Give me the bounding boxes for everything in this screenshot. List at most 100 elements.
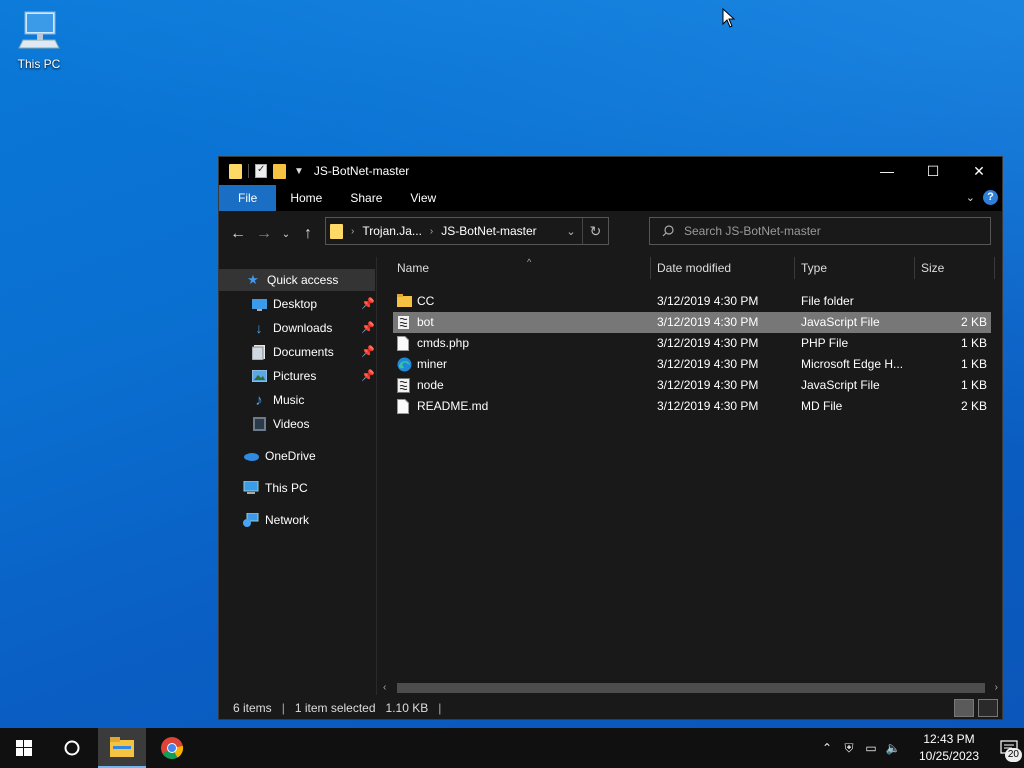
pin-icon[interactable]: 📌 xyxy=(361,321,375,334)
selection-count: 1 item selected xyxy=(294,701,376,715)
refresh-icon[interactable]: ↻ xyxy=(582,218,608,244)
close-button[interactable]: ✕ xyxy=(956,157,1002,185)
sidebar-item-downloads[interactable]: ↓ Downloads xyxy=(251,317,333,339)
file-row[interactable]: node 3/12/2019 4:30 PM JavaScript File 1 KB xyxy=(393,375,991,396)
details-view-button[interactable] xyxy=(954,699,974,717)
file-row[interactable]: CC 3/12/2019 4:30 PM File folder xyxy=(393,291,991,312)
breadcrumb-separator-icon[interactable]: › xyxy=(430,226,433,237)
scrollbar-thumb[interactable] xyxy=(397,683,985,693)
sidebar-item-quick-access[interactable]: ★ Quick access xyxy=(219,269,375,291)
file-name: cmds.php xyxy=(417,336,470,350)
clock[interactable]: 12:43 PM 10/25/2023 xyxy=(910,731,988,765)
start-button[interactable] xyxy=(0,728,48,768)
pin-icon[interactable]: 📌 xyxy=(361,345,375,358)
file-name: CC xyxy=(417,294,435,308)
column-header-size[interactable]: Size xyxy=(915,257,995,279)
large-icons-view-button[interactable] xyxy=(978,699,998,717)
expand-ribbon-chevron-icon[interactable]: ⌄ xyxy=(966,191,975,204)
volume-muted-icon[interactable]: 🔈 xyxy=(882,741,904,755)
column-header-type[interactable]: Type xyxy=(795,257,915,279)
sidebar-item-pictures[interactable]: Pictures xyxy=(251,365,316,387)
sidebar-item-this-pc[interactable]: This PC xyxy=(243,477,308,499)
maximize-button[interactable]: ☐ xyxy=(910,157,956,185)
sidebar-item-network[interactable]: Network xyxy=(243,509,309,531)
show-hidden-icons-chevron-icon[interactable]: ⌃ xyxy=(816,741,838,755)
tab-share[interactable]: Share xyxy=(336,185,396,211)
recent-locations-chevron-icon[interactable]: ⌄ xyxy=(277,229,295,240)
forward-arrow-icon[interactable]: → xyxy=(251,225,277,243)
new-folder-icon[interactable] xyxy=(273,163,286,179)
tab-file[interactable]: File xyxy=(219,185,277,211)
sidebar-item-label: This PC xyxy=(265,481,308,495)
file-name: miner xyxy=(417,357,448,371)
download-arrow-icon: ↓ xyxy=(255,320,263,336)
chrome-icon xyxy=(161,737,184,759)
file-row[interactable]: README.md 3/12/2019 4:30 PM MD File 2 KB xyxy=(393,396,991,417)
computer-icon xyxy=(243,480,259,496)
column-header-name[interactable]: Name ^ xyxy=(391,257,651,279)
notification-badge: 20 xyxy=(1004,748,1022,762)
edge-icon xyxy=(397,357,412,372)
desktop-icon-this-pc[interactable]: This PC xyxy=(12,8,66,71)
file-type: PHP File xyxy=(801,336,849,350)
sidebar-item-documents[interactable]: Documents xyxy=(251,341,334,363)
properties-icon[interactable] xyxy=(255,164,267,178)
scroll-left-icon[interactable]: ‹ xyxy=(383,681,386,695)
breadcrumb-item-current[interactable]: JS-BotNet-master xyxy=(441,224,536,238)
sidebar-item-label: Downloads xyxy=(273,321,333,335)
minimize-button[interactable]: — xyxy=(864,157,910,185)
taskbar-chrome[interactable] xyxy=(148,728,196,768)
search-button[interactable] xyxy=(48,728,96,768)
window-title: JS-BotNet-master xyxy=(313,164,410,178)
search-box[interactable]: Search JS-BotNet-master xyxy=(649,217,991,245)
sidebar-item-label: Network xyxy=(265,513,310,527)
file-type: JavaScript File xyxy=(801,378,880,392)
up-arrow-icon[interactable]: ↑ xyxy=(295,225,321,243)
file-size: 2 KB xyxy=(960,315,987,329)
sidebar-item-label: Pictures xyxy=(273,369,317,383)
title-bar[interactable]: ▼ JS-BotNet-master — ☐ ✕ xyxy=(219,157,1002,185)
file-size: 1 KB xyxy=(960,378,987,392)
help-icon[interactable]: ? xyxy=(983,190,998,205)
customize-toolbar-chevron-icon[interactable]: ▼ xyxy=(294,166,304,177)
sidebar-item-videos[interactable]: Videos xyxy=(251,413,309,435)
pin-icon[interactable]: 📌 xyxy=(361,369,375,382)
horizontal-scrollbar[interactable]: ‹ › xyxy=(379,681,1002,695)
sidebar-item-onedrive[interactable]: OneDrive xyxy=(243,445,316,467)
file-size: 2 KB xyxy=(960,399,987,413)
scroll-right-icon[interactable]: › xyxy=(995,681,998,695)
system-tray: ⌃ ⛨ ▭ 🔈 12:43 PM 10/25/2023 20 xyxy=(816,728,1024,768)
column-header-label: Name xyxy=(397,261,430,275)
address-bar[interactable]: › Trojan.Ja... › JS-BotNet-master ⌄ ↻ xyxy=(325,217,609,245)
folder-icon xyxy=(397,294,412,309)
sidebar-item-label: Videos xyxy=(273,417,310,431)
tab-home[interactable]: Home xyxy=(276,185,336,211)
pin-icon[interactable]: 📌 xyxy=(361,297,375,310)
sidebar-item-music[interactable]: ♪ Music xyxy=(251,389,304,411)
file-row[interactable]: bot 3/12/2019 4:30 PM JavaScript File 2 KB xyxy=(393,312,991,333)
folder-icon xyxy=(229,163,242,179)
taskbar-file-explorer[interactable] xyxy=(98,728,146,768)
search-placeholder: Search JS-BotNet-master xyxy=(684,224,821,238)
breadcrumb-separator-icon[interactable]: › xyxy=(351,226,354,237)
network-status-icon[interactable]: ▭ xyxy=(860,741,882,755)
file-row[interactable]: miner 3/12/2019 4:30 PM Microsoft Edge H..… xyxy=(393,354,991,375)
sidebar-item-label: Music xyxy=(273,393,305,407)
file-date-modified: 3/12/2019 4:30 PM xyxy=(657,378,759,392)
security-icon[interactable]: ⛨ xyxy=(838,741,860,756)
action-center-button[interactable]: 20 xyxy=(994,728,1024,768)
address-dropdown-chevron-icon[interactable]: ⌄ xyxy=(560,225,582,238)
sidebar-item-desktop[interactable]: Desktop xyxy=(251,293,317,315)
windows-logo-icon xyxy=(16,740,32,756)
tab-view[interactable]: View xyxy=(396,185,450,211)
column-header-date[interactable]: Date modified xyxy=(651,257,795,279)
file-date-modified: 3/12/2019 4:30 PM xyxy=(657,399,759,413)
breadcrumb-item[interactable]: Trojan.Ja... xyxy=(362,224,422,238)
file-size: 1 KB xyxy=(960,357,987,371)
status-divider: | xyxy=(438,701,442,715)
ribbon-tabs: File Home Share View ⌄ ? xyxy=(219,185,1002,211)
file-type: JavaScript File xyxy=(801,315,880,329)
divider xyxy=(248,164,249,178)
file-row[interactable]: cmds.php 3/12/2019 4:30 PM PHP File 1 KB xyxy=(393,333,991,354)
back-arrow-icon[interactable]: ← xyxy=(225,225,251,243)
